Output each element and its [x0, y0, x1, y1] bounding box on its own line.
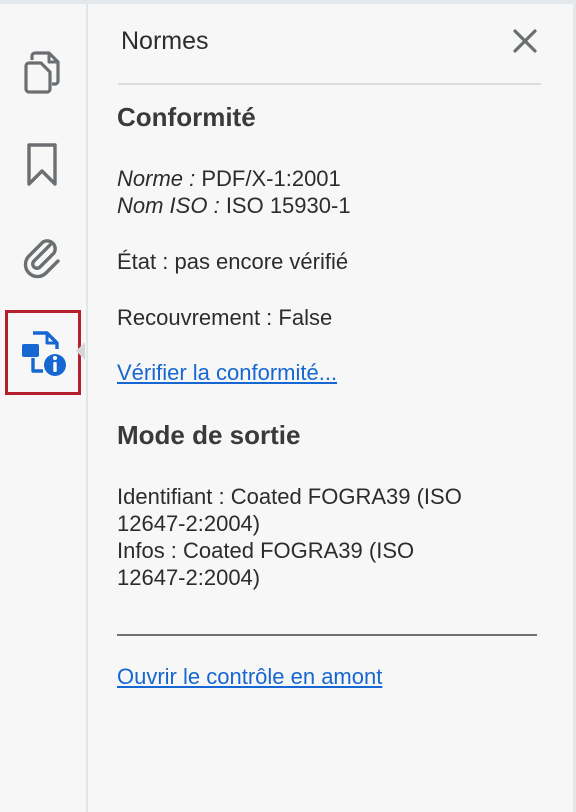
- state-text: État : pas encore vérifié: [117, 249, 349, 274]
- open-preflight-link[interactable]: Ouvrir le contrôle en amont: [117, 664, 382, 689]
- output-intent-heading: Mode de sortie: [117, 420, 301, 450]
- panel-title: Normes: [121, 27, 209, 55]
- sidebar-rail: [0, 4, 88, 812]
- conformance-heading: Conformité: [117, 102, 256, 132]
- panel-content: Conformité Norme : PDF/X-1:2001 Nom ISO …: [117, 102, 547, 591]
- panel-header: Normes: [120, 26, 540, 82]
- iso-label: Nom ISO :: [117, 193, 220, 218]
- footer-divider: [117, 634, 537, 636]
- panel-pointer: [76, 342, 85, 360]
- output-intent-block: Identifiant : Coated FOGRA39 (ISO 12647-…: [117, 483, 547, 591]
- sidebar-item-standards[interactable]: [5, 310, 81, 395]
- bookmark-icon: [25, 142, 59, 188]
- paperclip-icon: [20, 233, 64, 279]
- preflight-link-row: Ouvrir le contrôle en amont: [117, 664, 382, 690]
- norm-block: Norme : PDF/X-1:2001 Nom ISO : ISO 15930…: [117, 165, 547, 219]
- header-divider: [118, 83, 541, 85]
- close-icon: [512, 28, 538, 59]
- norm-value: PDF/X-1:2001: [201, 166, 341, 191]
- sidebar-item-bookmarks[interactable]: [16, 139, 68, 191]
- standards-panel: Normes Conformité Norme : PDF/X-1:2001 N…: [88, 4, 573, 812]
- close-button[interactable]: [508, 26, 542, 60]
- pages-icon: [22, 50, 62, 94]
- iso-line: Nom ISO : ISO 15930-1: [117, 192, 547, 219]
- sidebar-item-attachments[interactable]: [16, 230, 68, 282]
- norm-label: Norme :: [117, 166, 196, 191]
- info-line-1: Infos : Coated FOGRA39 (ISO: [117, 538, 415, 563]
- verify-conformance-link[interactable]: Vérifier la conformité...: [117, 360, 337, 385]
- identifier-line-2: 12647-2:2004): [117, 511, 261, 536]
- sidebar-item-pages[interactable]: [16, 46, 68, 98]
- document-info-icon: [17, 327, 69, 379]
- identifier-line-1: Identifiant : Coated FOGRA39 (ISO: [117, 484, 462, 509]
- verify-link-row: Vérifier la conformité...: [117, 360, 547, 386]
- iso-value: ISO 15930-1: [225, 193, 351, 218]
- info-line-2: 12647-2:2004): [117, 565, 261, 590]
- norm-line: Norme : PDF/X-1:2001: [117, 165, 547, 192]
- overprint-text: Recouvrement : False: [117, 305, 333, 330]
